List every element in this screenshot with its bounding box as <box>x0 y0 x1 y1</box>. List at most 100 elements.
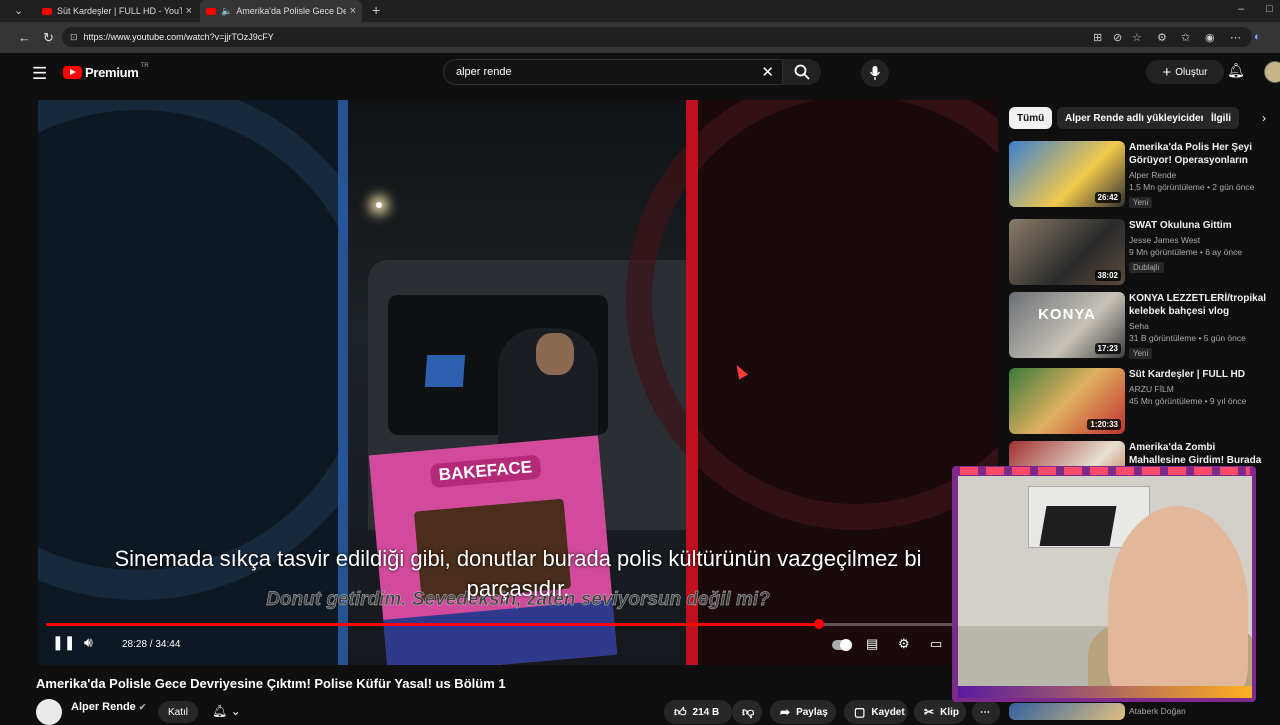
chip-all[interactable]: Tümü <box>1009 107 1053 129</box>
hamburger-menu-icon[interactable]: ☰ <box>32 64 47 84</box>
youtube-premium-logo[interactable]: Premium TR <box>63 62 149 80</box>
address-bar-row: ← ↻ ⊡ https://www.youtube.com/watch?v=jj… <box>0 22 1280 53</box>
create-label: Oluştur <box>1175 66 1208 78</box>
tab-title: Süt Kardeşler | FULL HD - YouTube <box>57 6 182 16</box>
recommendation-item[interactable]: KONYA 17:23 KONYA LEZZETLERİ/tropikal ke… <box>1009 292 1280 362</box>
maximize-icon[interactable]: □ <box>1266 3 1273 15</box>
site-info-icon[interactable]: ⊡ <box>70 32 78 43</box>
scissors-icon: ✂ <box>924 705 935 719</box>
rec-badge: Yeni <box>1129 348 1153 359</box>
rec-badge: Dublajlı <box>1129 262 1164 273</box>
progress-fill <box>46 623 819 626</box>
subtitle-line-2: parçasıdır. <box>466 576 570 601</box>
rec-title: Amerika'da Zombi Mahallesine Girdim! Bur… <box>1129 442 1262 466</box>
video-thumbnail[interactable]: 38:02 <box>1009 219 1125 285</box>
new-tab-icon[interactable]: + <box>372 2 380 18</box>
video-title: Amerika'da Polisle Gece Devriyesine Çıkt… <box>36 676 506 691</box>
chip-related[interactable]: İlgili <box>1203 107 1239 129</box>
duration-badge: 1:20:33 <box>1087 419 1121 430</box>
webcam-feed <box>958 476 1252 686</box>
url-text: https://www.youtube.com/watch?v=jjrTOzJ9… <box>83 32 274 42</box>
rec-more-icon[interactable]: ⋮ <box>1275 219 1280 233</box>
tracking-icon[interactable]: ⊘ <box>1113 31 1122 44</box>
favorite-star-icon[interactable]: ☆ <box>1132 31 1142 44</box>
duration-badge: 17:23 <box>1094 343 1121 354</box>
tab-list-chevron-icon[interactable]: ⌄ <box>14 4 23 17</box>
recommendation-item[interactable]: 26:42 Amerika'da Polis Her Şeyi Görüyor!… <box>1009 141 1280 211</box>
rec-views: 45 Mn görüntüleme • 9 yıl önce <box>1129 396 1247 406</box>
rec-more-icon[interactable]: ⋮ <box>1275 141 1280 155</box>
save-button[interactable]: ▢ Kaydet <box>844 700 908 724</box>
save-label: Kaydet <box>871 706 905 718</box>
create-button[interactable]: + Oluştur <box>1146 60 1224 84</box>
search-button[interactable] <box>783 59 821 85</box>
url-field[interactable]: ⊡ https://www.youtube.com/watch?v=jjrTOz… <box>62 27 1252 47</box>
clear-search-icon[interactable]: ✕ <box>761 63 774 81</box>
like-count: 214 B <box>692 706 720 718</box>
duration-badge: 38:02 <box>1094 270 1121 281</box>
extensions-icon[interactable]: ⚙ <box>1157 31 1167 44</box>
dislike-button[interactable]: 👎︎ <box>732 700 762 724</box>
logo-region-text: TR <box>140 62 149 69</box>
microphone-icon <box>870 66 880 80</box>
verified-icon: ✔ <box>138 702 147 712</box>
settings-gear-icon[interactable]: ⚙ <box>898 636 910 652</box>
user-avatar[interactable] <box>1264 61 1280 83</box>
recommendation-item[interactable]: 1:20:33 Süt Kardeşler | FULL HD ARZU FİL… <box>1009 368 1280 438</box>
progress-scrubber[interactable] <box>813 619 824 629</box>
more-options-icon[interactable]: ⋯ <box>1230 31 1241 44</box>
rec-title: SWAT Okuluna Gittim <box>1129 220 1232 231</box>
video-thumbnail[interactable]: 1:20:33 <box>1009 368 1125 434</box>
search-input[interactable]: alper rende ✕ <box>443 59 783 85</box>
tab-title: Amerika'da Polisle Gece Devriyesine Çıkt… <box>236 6 346 16</box>
tab-close-icon[interactable]: × <box>350 5 356 17</box>
speaker-icon[interactable]: 🔈 <box>221 6 232 17</box>
thumbs-up-icon: 👍︎ <box>674 704 687 719</box>
progress-bar[interactable] <box>46 619 990 629</box>
rec-more-icon[interactable]: ⋮ <box>1275 368 1280 382</box>
channel-avatar[interactable] <box>36 699 62 725</box>
miniplayer-icon[interactable]: ▭ <box>930 636 942 652</box>
rec-channel: Alper Rende <box>1129 170 1177 180</box>
copilot-icon[interactable]: ◐ <box>1254 31 1261 43</box>
recommendation-item[interactable]: Ataberk Doğan <box>1009 703 1279 720</box>
subscription-bell-icon[interactable]: 🔔︎ ⌄ <box>212 704 241 718</box>
pause-icon[interactable]: ❚❚ <box>52 634 75 651</box>
more-actions-button[interactable]: ⋯ <box>972 700 1000 724</box>
youtube-play-logo-icon <box>63 66 82 79</box>
save-bookmark-icon: ▢ <box>854 705 866 719</box>
webcam-frame-decoration <box>960 467 1250 475</box>
chip-from-uploader[interactable]: Alper Rende adlı yükleyiciden <box>1057 107 1215 129</box>
volume-icon[interactable]: 🔊︎ <box>84 634 93 651</box>
clip-button[interactable]: ✂ Klip <box>914 700 966 724</box>
share-button[interactable]: ➦ Paylaş <box>770 700 836 724</box>
minimize-icon[interactable]: – <box>1238 3 1244 15</box>
video-thumbnail[interactable]: KONYA 17:23 <box>1009 292 1125 358</box>
profile-icon[interactable]: ◉ <box>1205 31 1215 44</box>
tab-close-icon[interactable]: × <box>186 5 192 17</box>
chips-next-icon[interactable]: › <box>1262 111 1266 125</box>
notifications-bell-icon[interactable]: 🔔︎ <box>1227 62 1245 79</box>
subtitle-line-1: Sinemada sıkça tasvir edildiği gibi, don… <box>114 546 922 571</box>
channel-name[interactable]: Alper Rende ✔ <box>71 701 146 713</box>
tab-sut-kardesler[interactable]: Süt Kardeşler | FULL HD - YouTube × <box>36 0 198 22</box>
tab-amerika-polis[interactable]: 🔈 Amerika'da Polisle Gece Devriyesine Çı… <box>200 0 362 22</box>
favorites-icon[interactable]: ✩ <box>1181 31 1190 44</box>
video-player[interactable]: BAKEFACE Sinemada sıkça tasvir edildiği … <box>38 100 998 665</box>
autoplay-toggle[interactable] <box>832 639 852 651</box>
video-thumbnail[interactable] <box>1009 703 1125 720</box>
rec-more-icon[interactable]: ⋮ <box>1275 292 1280 306</box>
share-icon: ➦ <box>780 705 791 719</box>
video-thumbnail[interactable]: 26:42 <box>1009 141 1125 207</box>
youtube-favicon-icon <box>206 7 216 15</box>
rec-views: 1,5 Mn görüntüleme • 2 gün önce <box>1129 182 1255 192</box>
reload-icon[interactable]: ↻ <box>43 30 54 46</box>
like-button[interactable]: 👍︎ 214 B <box>664 700 732 724</box>
recommendation-item[interactable]: 38:02 SWAT Okuluna Gittim Jesse James We… <box>1009 219 1280 289</box>
browser-tab-bar: ⌄ Süt Kardeşler | FULL HD - YouTube × 🔈 … <box>0 0 1280 22</box>
subtitles-icon[interactable]: ▤ <box>866 636 878 652</box>
youtube-header: ☰ Premium TR alper rende ✕ + Oluştur 🔔︎ <box>12 53 1280 93</box>
back-arrow-icon[interactable]: ← <box>18 30 31 45</box>
app-available-icon[interactable]: ⊞ <box>1093 31 1102 44</box>
voice-search-button[interactable] <box>861 59 889 87</box>
